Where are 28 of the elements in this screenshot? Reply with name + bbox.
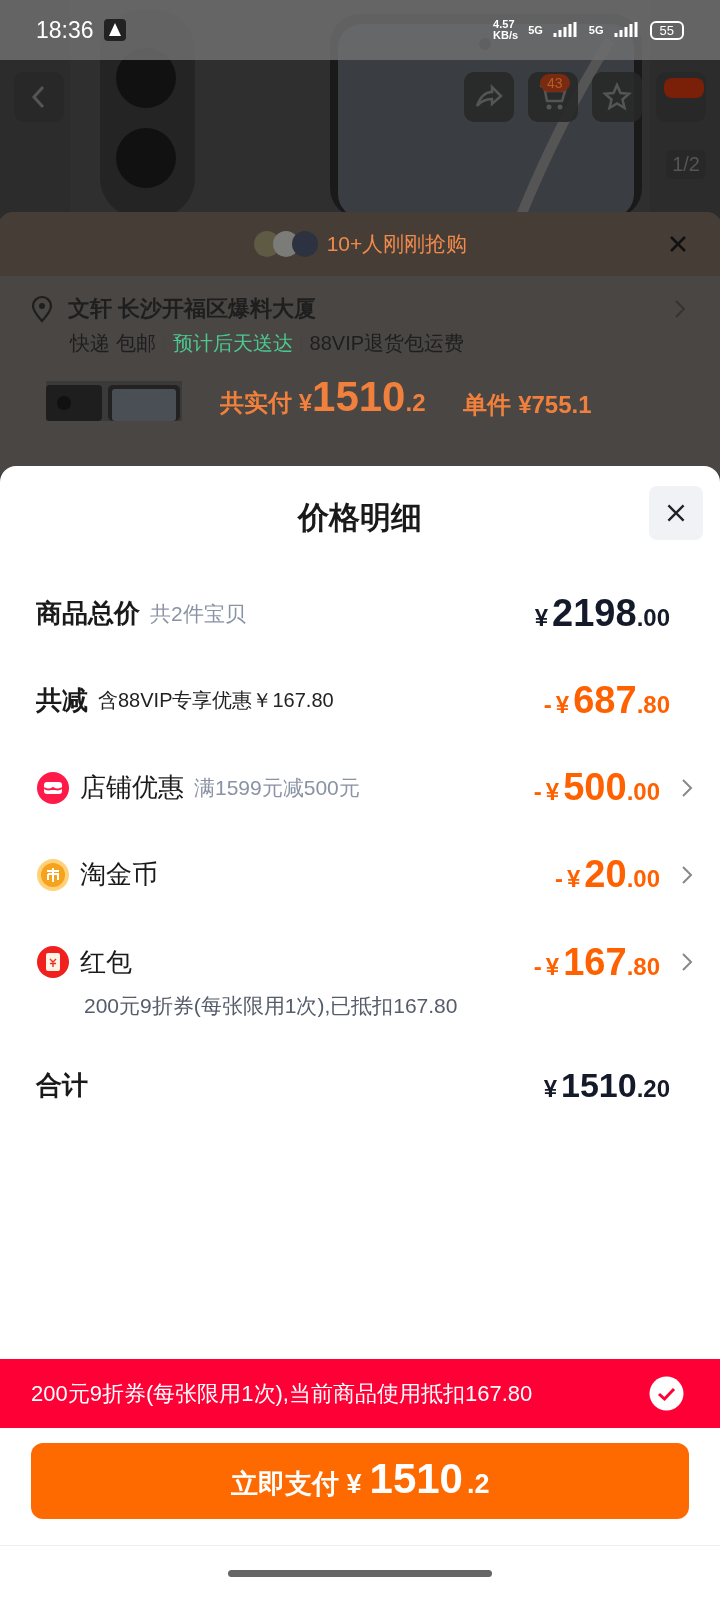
row-amount: - ¥20.00 (555, 853, 660, 896)
row-label: 店铺优惠 (80, 771, 184, 804)
unit-price: 单件 ¥755.1 (463, 390, 592, 420)
dialog-title: 价格明细 (298, 499, 422, 537)
delivery-info: 预计后天送达 (172, 331, 293, 356)
status-time: 18:36 (36, 16, 94, 44)
row-amount: - ¥167.80 (533, 940, 660, 984)
row-label: 商品总价 (36, 597, 140, 630)
total-payment: 共实付 ¥1510.2 (220, 373, 426, 421)
row-label: 红包 (80, 945, 132, 979)
row-amount: ¥2198.00 (534, 592, 670, 635)
network-speed: 4.57 KB/s (493, 19, 519, 41)
row-label: 共减 (36, 684, 88, 717)
coupon-text: 200元9折券(每张限用1次),当前商品使用抵扣167.80 (31, 1379, 534, 1408)
pay-button[interactable]: 立即支付 ¥ 1510.2 (31, 1443, 689, 1519)
network-type: 5G (588, 24, 604, 36)
row-amount: ¥1510.20 (543, 1066, 670, 1105)
network-type: 5G (528, 24, 543, 36)
row-label: 淘金币 (80, 858, 158, 891)
buyers-text: 10+人刚刚抢购 (326, 231, 468, 257)
row-amount: - ¥687.80 (543, 679, 670, 722)
row-detail: 200元9折券(每张限用1次),已抵扣167.80 (83, 992, 459, 1019)
row-note: 含88VIP专享优惠￥167.80 (98, 688, 334, 713)
row-note: 共2件宝贝 (150, 600, 246, 627)
battery-level: 55 (649, 20, 684, 40)
row-note: 满1599元减500元 (194, 774, 360, 801)
row-amount: - ¥500.00 (533, 766, 660, 809)
row-label: 合计 (36, 1069, 88, 1102)
